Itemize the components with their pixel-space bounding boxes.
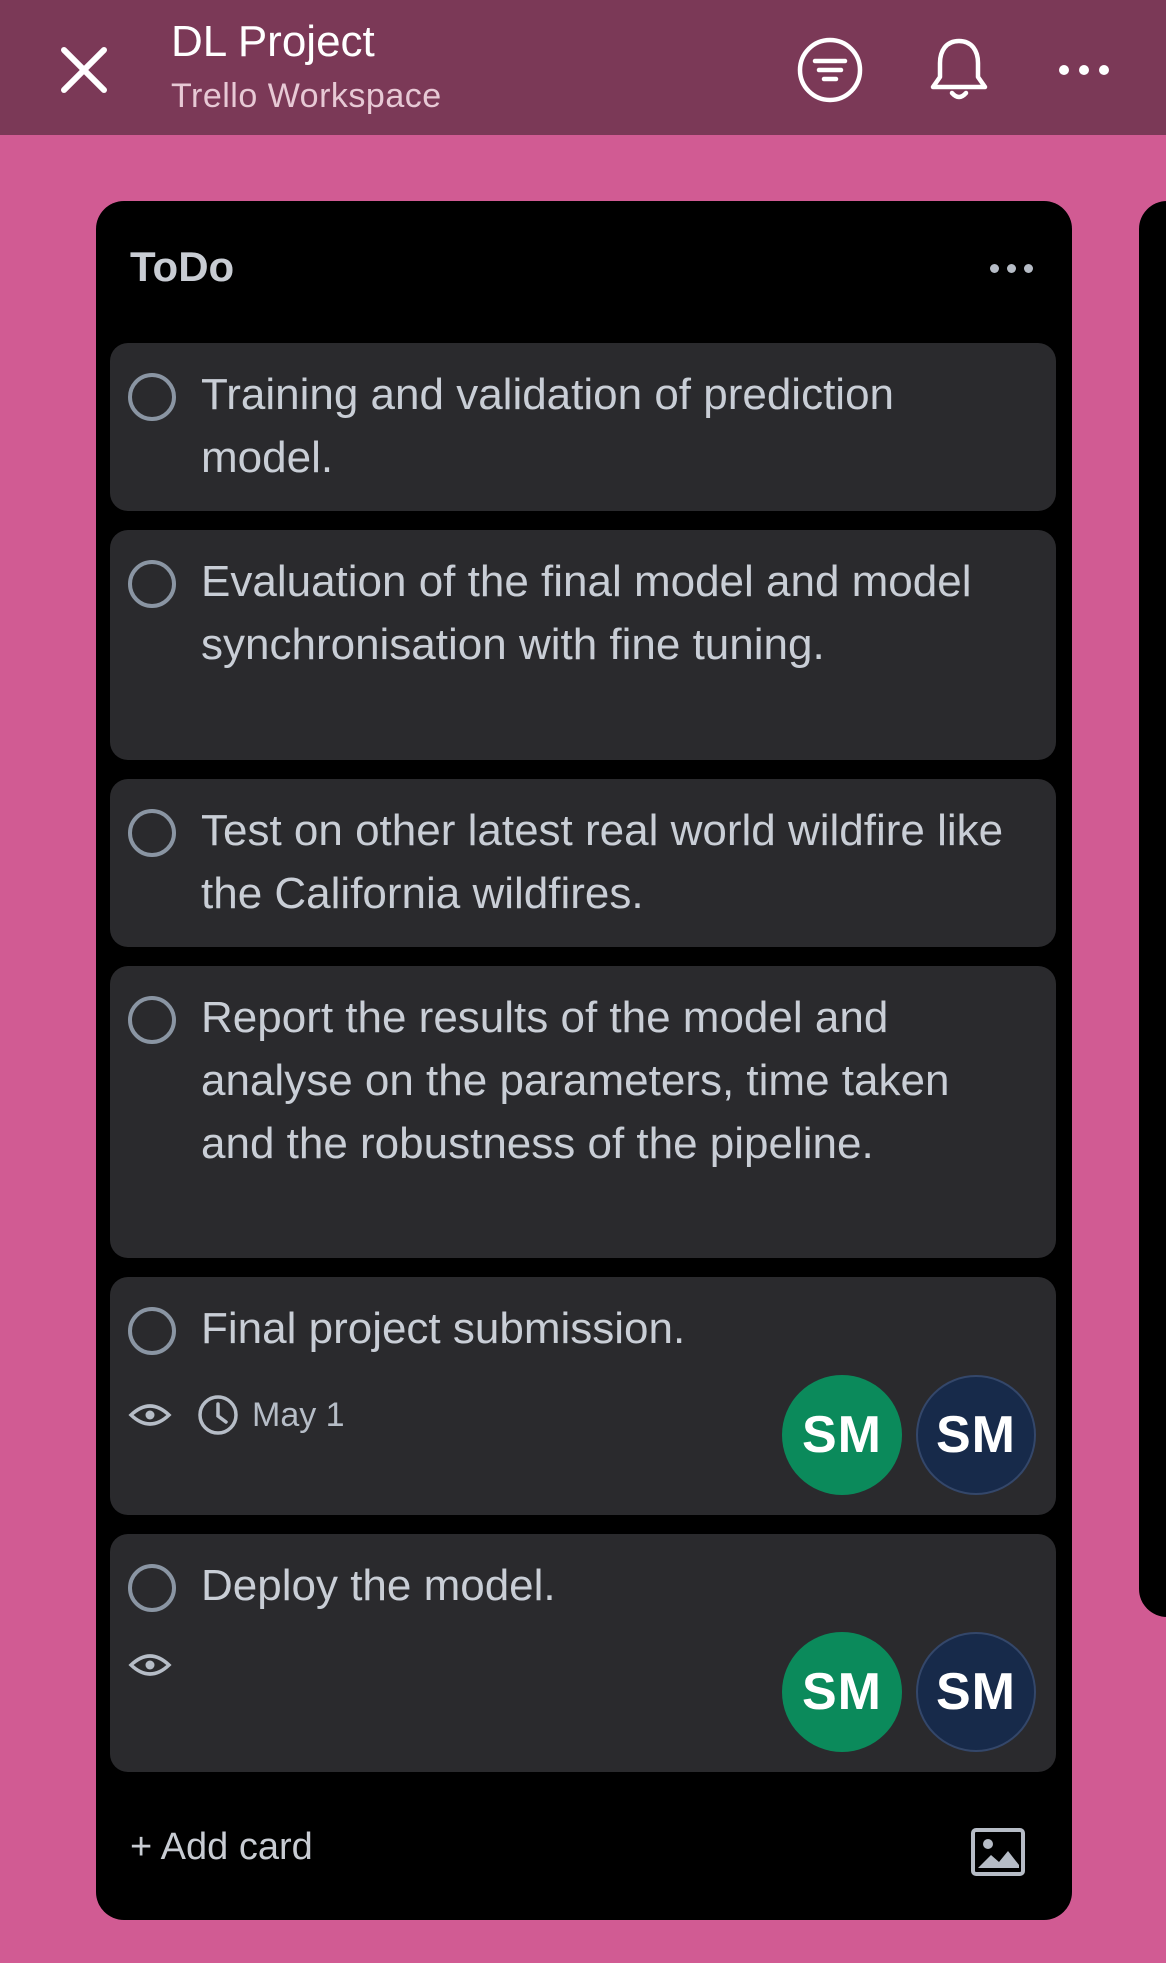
avatar[interactable]: SM: [916, 1632, 1036, 1752]
card-title: Deploy the model.: [201, 1561, 556, 1610]
more-icon-dot: [1023, 263, 1033, 273]
card-badges: [128, 1650, 172, 1680]
complete-checkbox[interactable]: [128, 560, 176, 608]
more-icon: [989, 263, 999, 273]
board-title-area[interactable]: DL Project Trello Workspace: [171, 14, 442, 118]
watch-icon: [128, 1404, 172, 1426]
close-icon: [61, 47, 107, 93]
filter-icon: [797, 37, 863, 103]
complete-checkbox[interactable]: [128, 996, 176, 1044]
complete-checkbox[interactable]: [128, 809, 176, 857]
workspace-name: Trello Workspace: [171, 77, 442, 115]
card[interactable]: Training and validation of prediction mo…: [110, 343, 1056, 511]
card-title: Training and validation of prediction mo…: [201, 370, 895, 482]
card-members: SM SM: [782, 1375, 1036, 1495]
due-date: May 1: [252, 1395, 345, 1434]
avatar[interactable]: SM: [782, 1632, 902, 1752]
top-bar: DL Project Trello Workspace: [0, 0, 1166, 135]
board-title: DL Project: [171, 17, 375, 66]
card-title: Evaluation of the final model and model …: [201, 557, 972, 669]
todo-list: ToDo Training and validation of predicti…: [96, 201, 1072, 1920]
close-button[interactable]: [52, 38, 116, 102]
card[interactable]: Deploy the model. SM SM: [110, 1534, 1056, 1772]
card-template-button[interactable]: [970, 1827, 1026, 1877]
next-list-peek[interactable]: [1139, 201, 1166, 1617]
card[interactable]: Report the results of the model and anal…: [110, 966, 1056, 1258]
filter-button[interactable]: [790, 30, 870, 110]
list-menu-button[interactable]: [976, 243, 1046, 293]
image-icon: [971, 1828, 1025, 1876]
more-icon-dot: [1006, 263, 1016, 273]
clock-icon: [198, 1395, 238, 1435]
list-title[interactable]: ToDo: [130, 243, 234, 291]
avatar[interactable]: SM: [782, 1375, 902, 1495]
complete-checkbox[interactable]: [128, 1307, 176, 1355]
complete-checkbox[interactable]: [128, 1564, 176, 1612]
watch-icon: [128, 1654, 172, 1676]
add-card-button[interactable]: + Add card: [130, 1826, 313, 1869]
more-icon: [1059, 65, 1109, 75]
avatar[interactable]: SM: [916, 1375, 1036, 1495]
card-title: Final project submission.: [201, 1304, 686, 1353]
card[interactable]: Final project submission. May 1 SM SM: [110, 1277, 1056, 1515]
bell-icon: [930, 38, 988, 100]
card[interactable]: Test on other latest real world wildfire…: [110, 779, 1056, 947]
card-badges: May 1: [128, 1393, 345, 1437]
card-members: SM SM: [782, 1632, 1036, 1752]
complete-checkbox[interactable]: [128, 373, 176, 421]
card[interactable]: Evaluation of the final model and model …: [110, 530, 1056, 760]
card-title: Report the results of the model and anal…: [201, 993, 950, 1168]
more-options-button[interactable]: [1044, 30, 1124, 110]
notifications-button[interactable]: [919, 30, 999, 110]
card-title: Test on other latest real world wildfire…: [201, 806, 1004, 918]
